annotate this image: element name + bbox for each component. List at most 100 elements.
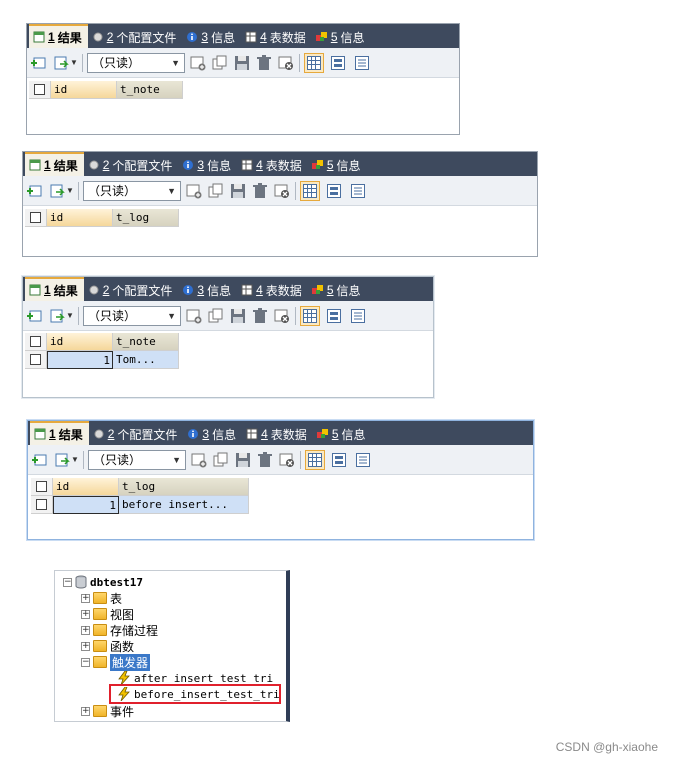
read-mode-select[interactable]: （只读） ▼ [87, 52, 185, 73]
add-row-icon[interactable] [26, 307, 44, 325]
table-row[interactable]: 1 Tom... [25, 351, 433, 369]
select-all-checkbox[interactable] [31, 478, 53, 496]
tree-node-views[interactable]: + 视图 [81, 606, 134, 622]
insert-row-icon[interactable] [185, 182, 203, 200]
tab-info[interactable]: 3 信息 [178, 279, 237, 301]
delete-icon[interactable] [255, 54, 273, 72]
export-icon[interactable] [48, 182, 66, 200]
export-dropdown-icon[interactable]: ▼ [66, 307, 74, 325]
tab-info-2[interactable]: 5 信息 [308, 154, 367, 176]
insert-row-icon[interactable] [189, 54, 207, 72]
cancel-changes-icon[interactable] [273, 182, 291, 200]
save-icon[interactable] [234, 451, 252, 469]
column-header-id[interactable]: id [53, 478, 119, 496]
text-view-button[interactable] [348, 306, 368, 326]
tab-info[interactable]: 3 信息 [183, 423, 242, 445]
cell-id[interactable]: 1 [53, 496, 119, 514]
tree-node-database[interactable]: − dbtest17 [63, 574, 143, 590]
text-view-button[interactable] [353, 450, 373, 470]
expand-icon[interactable]: + [81, 593, 90, 603]
export-icon[interactable] [53, 451, 71, 469]
tree-node-functions[interactable]: + 函数 [81, 638, 134, 654]
tab-table-data[interactable]: 4 表数据 [242, 423, 313, 445]
add-row-icon[interactable] [31, 451, 49, 469]
grid-view-button[interactable] [300, 180, 320, 201]
delete-icon[interactable] [256, 451, 274, 469]
delete-icon[interactable] [251, 182, 269, 200]
select-all-checkbox[interactable] [29, 81, 51, 99]
tab-results[interactable]: 1 结果 [25, 277, 84, 301]
cell-t-note[interactable]: Tom... [113, 351, 179, 369]
column-header-t-note[interactable]: t_note [113, 333, 179, 351]
table-row[interactable]: 1 before insert... [31, 496, 533, 514]
select-all-checkbox[interactable] [25, 209, 47, 227]
tree-node-tables[interactable]: + 表 [81, 590, 122, 606]
tab-results[interactable]: 1 结果 [30, 421, 89, 445]
tab-info[interactable]: 3 信息 [178, 154, 237, 176]
collapse-icon[interactable]: − [63, 577, 72, 587]
save-icon[interactable] [229, 307, 247, 325]
save-icon[interactable] [233, 54, 251, 72]
column-header-id[interactable]: id [51, 81, 117, 99]
expand-icon[interactable]: + [81, 706, 90, 716]
insert-row-icon[interactable] [190, 451, 208, 469]
expand-icon[interactable]: + [81, 625, 90, 635]
cancel-changes-icon[interactable] [273, 307, 291, 325]
insert-row-icon[interactable] [185, 307, 203, 325]
delete-icon[interactable] [251, 307, 269, 325]
cell-id[interactable]: 1 [47, 351, 113, 369]
tab-profile[interactable]: 2 个配置文件 [84, 154, 179, 176]
tree-node-procedures[interactable]: + 存储过程 [81, 622, 158, 638]
column-header-t-note[interactable]: t_note [117, 81, 183, 99]
export-dropdown-icon[interactable]: ▼ [66, 182, 74, 200]
form-view-button[interactable] [324, 181, 344, 201]
column-header-id[interactable]: id [47, 333, 113, 351]
column-header-t-log[interactable]: t_log [119, 478, 249, 496]
tab-table-data[interactable]: 4 表数据 [241, 26, 312, 48]
add-row-icon[interactable] [30, 54, 48, 72]
tab-profile[interactable]: 2 个配置文件 [88, 26, 183, 48]
add-row-icon[interactable] [26, 182, 44, 200]
column-header-id[interactable]: id [47, 209, 113, 227]
form-view-button[interactable] [324, 306, 344, 326]
tab-profile[interactable]: 2 个配置文件 [84, 279, 179, 301]
tab-info-2[interactable]: 5 信息 [313, 423, 372, 445]
grid-view-button[interactable] [300, 305, 320, 326]
tab-results[interactable]: 1 结果 [25, 152, 84, 176]
read-mode-select[interactable]: （只读） ▼ [83, 180, 181, 201]
tree-node-events[interactable]: + 事件 [81, 703, 134, 719]
form-view-button[interactable] [328, 53, 348, 73]
row-checkbox[interactable] [25, 351, 47, 369]
tab-table-data[interactable]: 4 表数据 [237, 279, 308, 301]
select-all-checkbox[interactable] [25, 333, 47, 351]
form-view-button[interactable] [329, 450, 349, 470]
duplicate-row-icon[interactable] [207, 307, 225, 325]
duplicate-row-icon[interactable] [207, 182, 225, 200]
tab-table-data[interactable]: 4 表数据 [237, 154, 308, 176]
cell-t-log[interactable]: before insert... [119, 496, 249, 514]
duplicate-row-icon[interactable] [212, 451, 230, 469]
row-checkbox[interactable] [31, 496, 53, 514]
tab-info[interactable]: 3 信息 [182, 26, 241, 48]
grid-view-button[interactable] [305, 449, 325, 470]
collapse-icon[interactable]: − [81, 657, 90, 667]
tab-info-2[interactable]: 5 信息 [312, 26, 371, 48]
duplicate-row-icon[interactable] [211, 54, 229, 72]
read-mode-select[interactable]: （只读） ▼ [88, 449, 186, 470]
export-dropdown-icon[interactable]: ▼ [70, 54, 78, 72]
text-view-button[interactable] [348, 181, 368, 201]
expand-icon[interactable]: + [81, 609, 90, 619]
cancel-changes-icon[interactable] [278, 451, 296, 469]
tab-info-2[interactable]: 5 信息 [308, 279, 367, 301]
tab-profile[interactable]: 2 个配置文件 [89, 423, 184, 445]
export-dropdown-icon[interactable]: ▼ [71, 451, 79, 469]
export-icon[interactable] [52, 54, 70, 72]
read-mode-select[interactable]: （只读） ▼ [83, 305, 181, 326]
tab-results[interactable]: 1 结果 [29, 24, 88, 48]
save-icon[interactable] [229, 182, 247, 200]
text-view-button[interactable] [352, 53, 372, 73]
expand-icon[interactable]: + [81, 641, 90, 651]
cancel-changes-icon[interactable] [277, 54, 295, 72]
grid-view-button[interactable] [304, 52, 324, 73]
export-icon[interactable] [48, 307, 66, 325]
